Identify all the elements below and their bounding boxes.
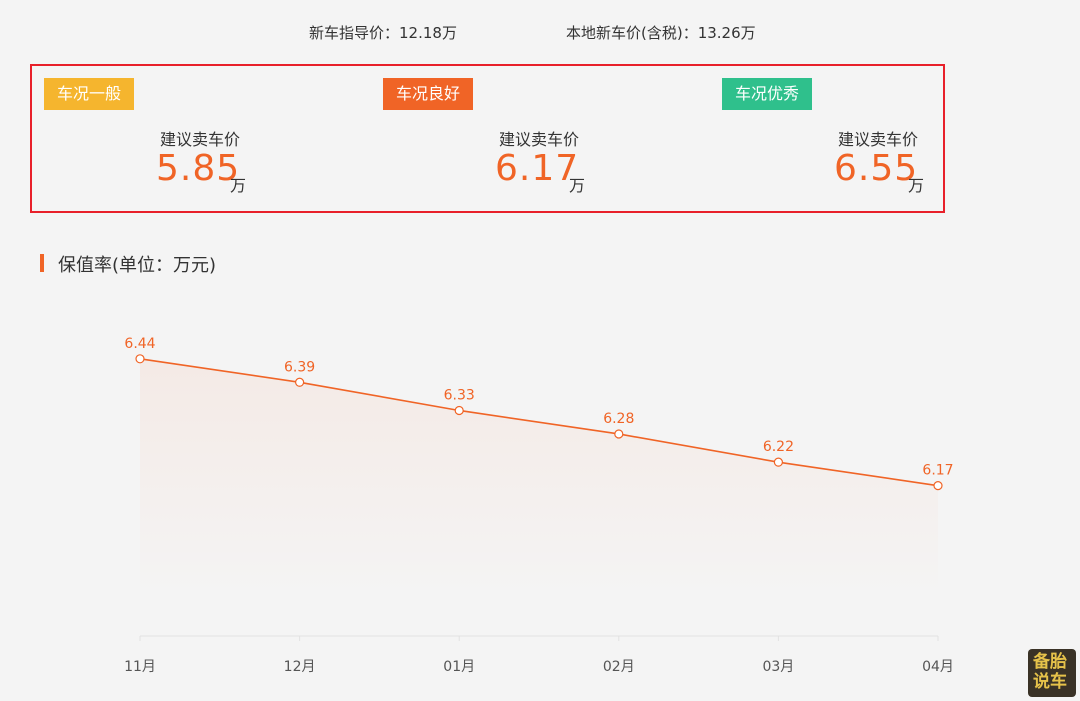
data-label: 6.28 (603, 411, 634, 427)
data-label: 6.39 (284, 359, 315, 375)
chart-area (140, 358, 938, 596)
card-label: 建议卖车价 (160, 130, 241, 149)
local-price: 本地新车价(含税)：13.26万 (566, 24, 756, 42)
data-label: 6.33 (444, 387, 475, 403)
x-tick-label: 04月 (922, 659, 954, 675)
data-point (454, 405, 464, 416)
data-label: 6.44 (124, 336, 155, 352)
card-price: 5.85 (156, 148, 241, 189)
badge-normal: 车况一般 (44, 78, 135, 110)
card-good: 车况良好 建议卖车价 6.17 万 (375, 70, 705, 208)
badge-excellent: 车况优秀 (722, 78, 813, 110)
data-point (295, 377, 305, 387)
data-point (614, 429, 624, 439)
x-tick-label: 11月 (124, 659, 156, 675)
card-unit: 万 (908, 176, 925, 195)
badge-good: 车况良好 (383, 78, 474, 110)
value-retention-chart: 6.44 6.39 6.33 6.28 6.22 6.17 11月 12月 01月 02月 03月… (124, 336, 954, 675)
data-point (135, 354, 145, 364)
data-point (773, 457, 784, 467)
card-unit: 万 (569, 176, 586, 195)
card-price: 6.17 (495, 148, 580, 189)
x-tick-label: 03月 (762, 659, 794, 675)
data-label: 6.22 (763, 439, 794, 455)
top-prices: 新车指导价：12.18万 本地新车价(含税)：13.26万 (0, 22, 1080, 46)
guide-price: 新车指导价：12.18万 (309, 24, 457, 42)
card-normal: 车况一般 建议卖车价 5.85 万 (36, 70, 366, 208)
watermark-logo: 备胎说车 (1028, 649, 1076, 697)
x-tick-label: 02月 (603, 659, 635, 675)
card-label: 建议卖车价 (838, 130, 919, 149)
x-tick-label: 01月 (443, 659, 475, 675)
title-accent-bar (40, 254, 44, 272)
watermark-text: 备胎说车 (1033, 652, 1067, 692)
x-axis-labels: 11月 12月 01月 02月 03月 04月 (124, 659, 954, 675)
card-excellent: 车况优秀 建议卖车价 6.55 万 (714, 70, 1044, 208)
data-label: 6.17 (922, 463, 953, 479)
card-unit: 万 (230, 176, 247, 195)
card-label: 建议卖车价 (499, 130, 580, 149)
card-price: 6.55 (834, 148, 919, 189)
section-title-text: 保值率(单位：万元) (58, 255, 217, 276)
x-axis-ticks (139, 636, 939, 641)
x-tick-label: 12月 (284, 659, 316, 675)
data-point (933, 481, 943, 491)
price-cards: 车况一般 建议卖车价 5.85 万 车况良好 建议卖车价 6.17 万 车况优秀… (30, 64, 945, 213)
